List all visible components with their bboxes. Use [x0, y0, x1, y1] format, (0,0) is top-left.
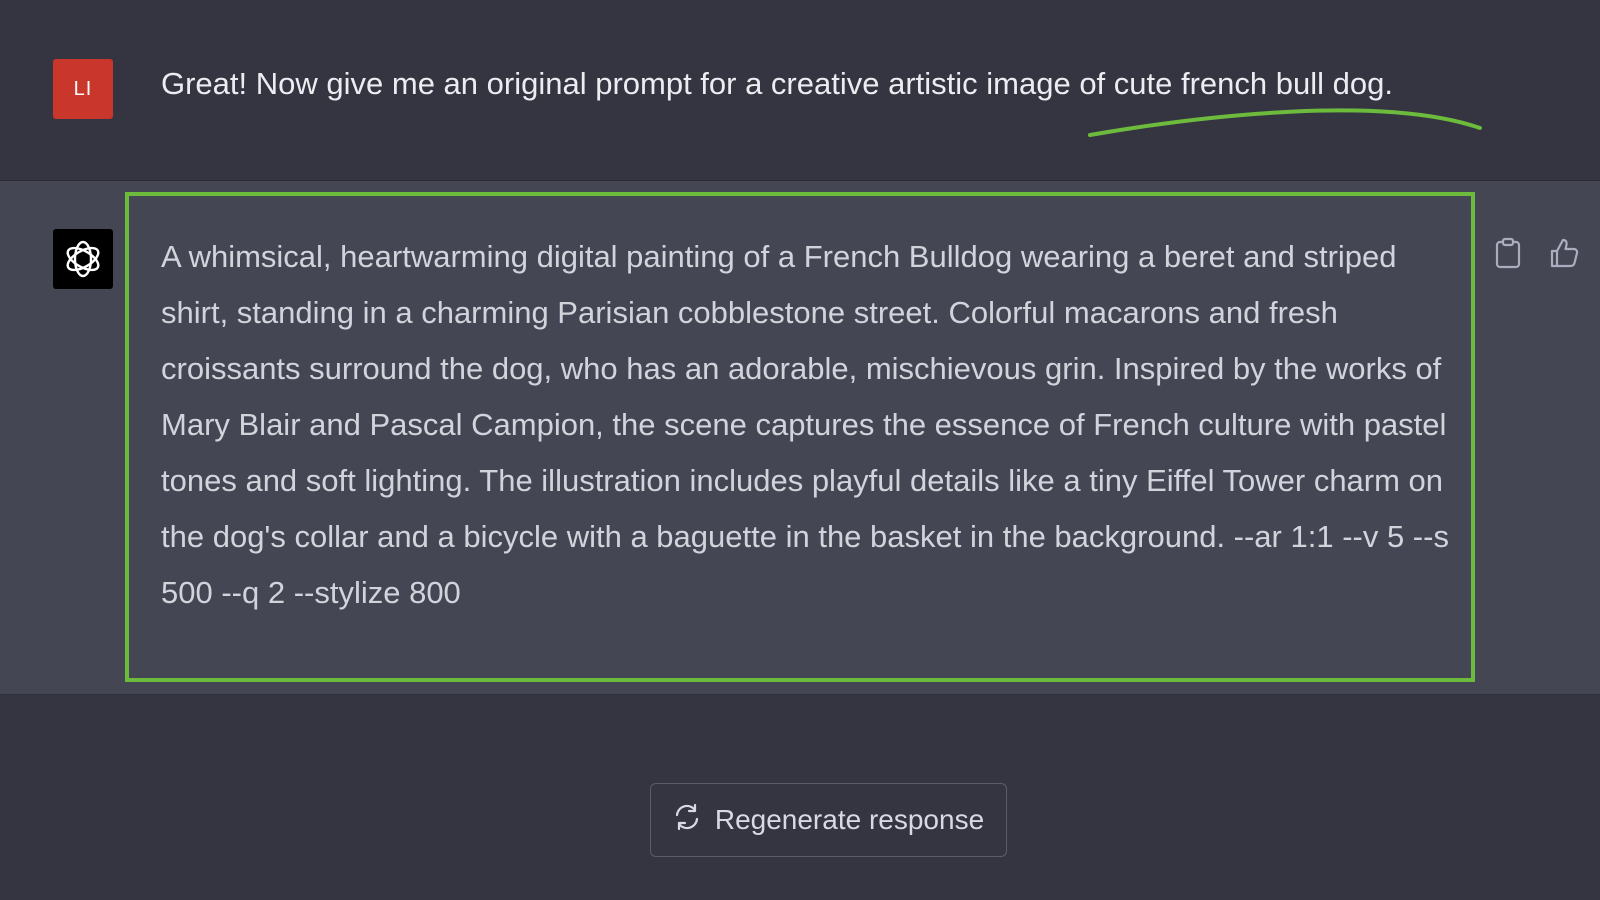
- copy-icon[interactable]: [1490, 235, 1526, 271]
- openai-logo-icon: [53, 229, 113, 289]
- user-message-row: LI Great! Now give me an original prompt…: [0, 0, 1600, 181]
- assistant-message-row: A whimsical, heartwarming digital painti…: [0, 181, 1600, 695]
- thumbs-up-icon[interactable]: [1546, 235, 1582, 271]
- regenerate-label: Regenerate response: [714, 804, 985, 835]
- user-avatar: LI: [53, 59, 113, 119]
- regenerate-response-button[interactable]: Regenerate response: [650, 783, 1007, 857]
- annotation-underline: [1088, 108, 1482, 137]
- refresh-icon: [673, 803, 701, 838]
- assistant-message-text: A whimsical, heartwarming digital painti…: [161, 239, 1449, 610]
- user-message-text: Great! Now give me an original prompt fo…: [161, 66, 1393, 101]
- message-actions: [1490, 235, 1582, 271]
